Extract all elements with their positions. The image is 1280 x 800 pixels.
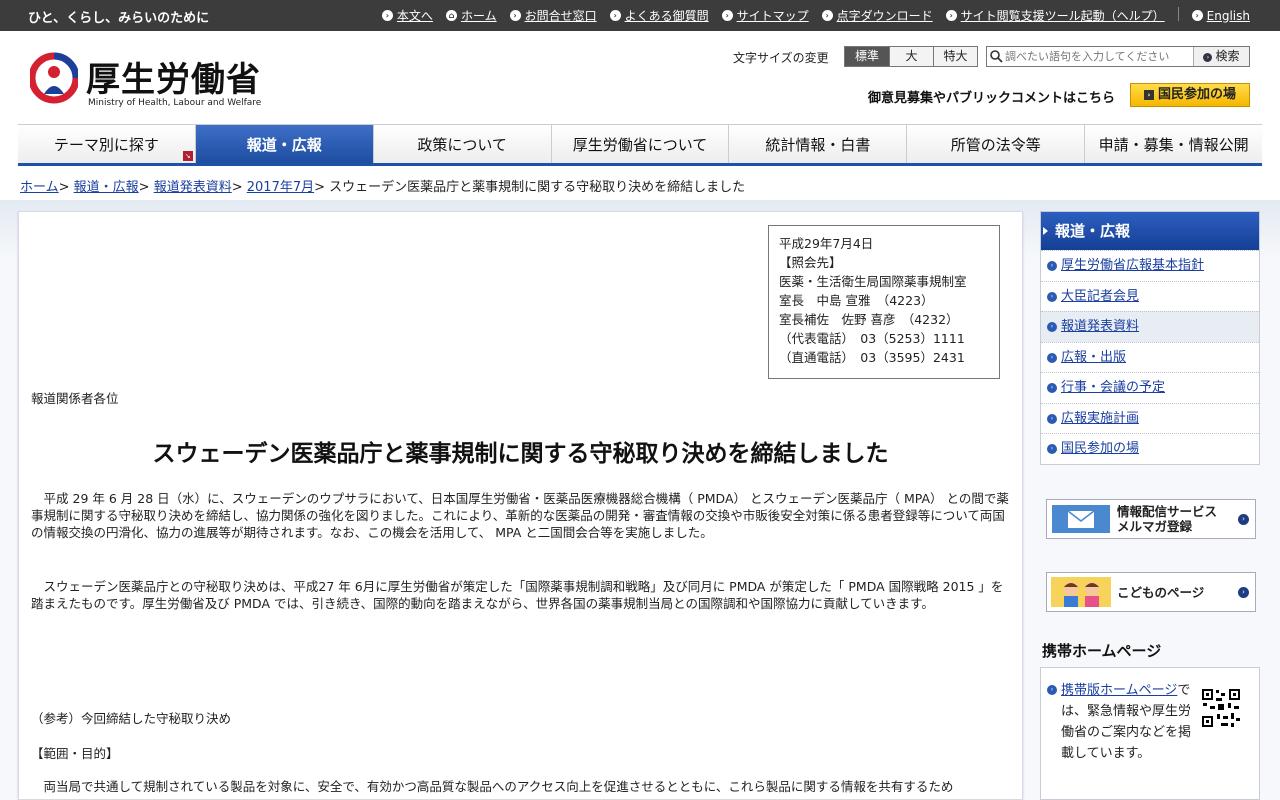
sidebar-item-pr-policy[interactable]: › 厚生労働省広報基本指針 <box>1041 250 1259 281</box>
arrow-icon: › <box>1047 352 1057 363</box>
search-input[interactable] <box>1005 49 1195 64</box>
contact-phone: （代表電話） 03（5253）1111 <box>779 331 965 346</box>
font-size-standard-button[interactable]: 標準 <box>845 47 889 66</box>
sidebar-header[interactable]: 報道・広報 <box>1041 212 1259 250</box>
arrow-icon: › <box>1047 444 1057 454</box>
arrow-icon: › <box>1238 514 1249 525</box>
page-title: スウェーデン医薬品庁と薬事規制に関する守秘取り決めを締結しました <box>152 441 889 467</box>
arrow-icon: › <box>1047 261 1057 271</box>
main-nav: テーマ別に探す ↘ 報道・広報 政策について 厚生労働省について 統計情報・白書 … <box>18 124 1262 166</box>
mobile-heading: 携帯ホームページ <box>1042 642 1162 660</box>
top-bar: ひと、くらし、みらいのために › 本文へ ⌂ ホーム › お問合せ窓口 › よくある御質… <box>0 0 1280 31</box>
divider <box>1177 7 1179 21</box>
article: 平成29年7月4日 【照会先】 医薬・生活衛生局国際薬事規制室 室長 中島 宣雅… <box>18 211 1023 800</box>
mobile-info: › 携帯版ホームページでは、緊急情報や厚生労働省のご案内などを掲載しています。 <box>1047 680 1191 764</box>
body-paragraph: スウェーデン医薬品庁との守秘取り決めは、平成27 年 6月に厚生労働省が策定した… <box>31 579 1004 611</box>
contact-person: 室長補佐 佐野 喜彦 （4232） <box>779 312 959 327</box>
sidebar-item-press-releases[interactable]: › 報道発表資料 <box>1041 311 1259 342</box>
font-size-switcher: 標準 大 特大 <box>844 46 978 67</box>
nav-press[interactable]: 報道・広報 <box>195 125 374 163</box>
scope-label: 【範囲・目的】 <box>31 746 119 761</box>
arrow-icon: › <box>1047 685 1057 695</box>
release-date: 平成29年7月4日 <box>779 236 874 251</box>
home-link[interactable]: ⌂ ホーム <box>445 7 497 24</box>
accessibility-tool-link[interactable]: › サイト閲覧支援ツール起動（ヘルプ） <box>945 7 1165 24</box>
kids-page-banner[interactable]: こどものページ › <box>1046 572 1256 612</box>
arrow-icon: › <box>945 10 957 21</box>
nav-theme[interactable]: テーマ別に探す ↘ <box>18 125 196 163</box>
mail-magazine-banner[interactable]: 情報配信サービス メルマガ登録 › <box>1046 499 1256 539</box>
braille-download-link[interactable]: › 点字ダウンロード <box>821 7 933 24</box>
recipients: 報道関係者各位 <box>31 391 119 406</box>
contact-heading: 【照会先】 <box>779 255 842 270</box>
arrow-icon: › <box>1143 90 1154 100</box>
sidebar-menu: 報道・広報 › 厚生労働省広報基本指針 › 大臣記者会見 › 報道発表資料 › 広報・出… <box>1040 211 1260 465</box>
contact-phone: （直通電話） 03（3595）2431 <box>779 350 965 365</box>
nav-statistics[interactable]: 統計情報・白書 <box>729 125 908 163</box>
font-size-label: 文字サイズの変更 <box>733 51 829 65</box>
mhlw-logo-icon[interactable] <box>30 52 78 104</box>
contact-office: 医薬・生活衛生局国際薬事規制室 <box>779 274 967 289</box>
search-box: ›検索 <box>986 46 1250 67</box>
site-logo-english: Ministry of Health, Labour and Welfare <box>88 98 262 108</box>
tagline: ひと、くらし、みらいのために <box>28 11 210 26</box>
children-icon <box>1051 577 1111 607</box>
public-comment-link[interactable]: 御意見募集やパブリックコメントはこちら <box>868 87 1115 106</box>
skip-to-content-link[interactable]: › 本文へ <box>381 7 433 24</box>
faq-link[interactable]: › よくある御質問 <box>609 7 709 24</box>
arrow-icon: › <box>609 10 621 21</box>
body-paragraph: 両当局で共通して規制されている製品を対象に、安全で、有効かつ高品質な製品へのアク… <box>43 779 954 794</box>
chevron-down-icon: ↘ <box>182 151 193 161</box>
body-paragraph: 平成 29 年 6 月 28 日（水）に、スウェーデンのウプサラにおいて、日本国… <box>31 491 1009 540</box>
nav-policy[interactable]: 政策について <box>374 125 552 163</box>
arrow-icon: › <box>721 10 733 21</box>
breadcrumb-home[interactable]: ホーム <box>20 180 59 195</box>
nav-applications[interactable]: 申請・募集・情報公開 <box>1085 125 1262 163</box>
sidebar-item-minister-press[interactable]: › 大臣記者会見 <box>1041 280 1259 312</box>
envelope-icon <box>1052 505 1110 533</box>
utility-links: › 本文へ ⌂ ホーム › お問合せ窓口 › よくある御質問 › サイトマップ › 点字ダウ… <box>369 7 1250 24</box>
contact-link[interactable]: › お問合せ窓口 <box>509 7 597 24</box>
arrow-icon: › <box>1047 383 1057 393</box>
home-icon: ⌂ <box>445 10 457 21</box>
search-icon <box>990 50 1003 63</box>
breadcrumb-press-releases[interactable]: 報道発表資料 <box>154 180 232 195</box>
mobile-site-link[interactable]: 携帯版ホームページ <box>1061 683 1177 698</box>
arrow-icon: › <box>1191 10 1203 21</box>
sidebar-item-pr-plan[interactable]: › 広報実施計画 <box>1041 402 1259 434</box>
arrow-icon: › <box>1238 587 1249 598</box>
arrow-icon: › <box>1047 291 1057 302</box>
breadcrumb-press[interactable]: 報道・広報 <box>74 180 139 195</box>
arrow-icon: › <box>1047 322 1057 332</box>
site-logo-text[interactable]: 厚生労働省 <box>86 52 261 101</box>
mobile-box: › 携帯版ホームページでは、緊急情報や厚生労働省のご案内などを掲載しています。 <box>1040 667 1260 800</box>
nav-laws[interactable]: 所管の法令等 <box>907 125 1086 163</box>
breadcrumb-month[interactable]: 2017年7月 <box>247 180 314 195</box>
qr-code-icon <box>1201 688 1241 728</box>
font-size-xlarge-button[interactable]: 特大 <box>933 47 977 66</box>
sidebar-item-publications[interactable]: › 広報・出版 <box>1041 341 1259 373</box>
arrow-icon: › <box>381 10 393 21</box>
kokumin-sanka-button[interactable]: › 国民参加の場 <box>1130 83 1250 107</box>
nav-about[interactable]: 厚生労働省について <box>552 125 730 163</box>
font-size-large-button[interactable]: 大 <box>889 47 933 66</box>
sidebar-item-participation[interactable]: › 国民参加の場 <box>1041 433 1259 464</box>
arrow-icon: › <box>509 10 521 21</box>
arrow-icon: › <box>821 10 833 21</box>
triangle-icon <box>1043 227 1048 235</box>
contact-person: 室長 中島 宣雅 （4223） <box>779 293 934 308</box>
search-button[interactable]: › 検索 <box>1193 47 1249 66</box>
breadcrumb: ホーム> 報道・広報> 報道発表資料> 2017年7月> スウェーデン医薬品庁と… <box>20 180 746 195</box>
sidebar-item-events[interactable]: › 行事・会議の予定 <box>1041 372 1259 403</box>
arrow-icon: › <box>1203 53 1213 62</box>
contact-box: 平成29年7月4日 【照会先】 医薬・生活衛生局国際薬事規制室 室長 中島 宣雅… <box>768 225 1000 379</box>
reference-label: （参考）今回締結した守秘取り決め <box>31 711 232 726</box>
breadcrumb-current: スウェーデン医薬品庁と薬事規制に関する守秘取り決めを締結しました <box>329 180 746 195</box>
arrow-icon: › <box>1047 413 1057 424</box>
sitemap-link[interactable]: › サイトマップ <box>721 7 809 24</box>
english-link[interactable]: › English <box>1191 7 1250 24</box>
